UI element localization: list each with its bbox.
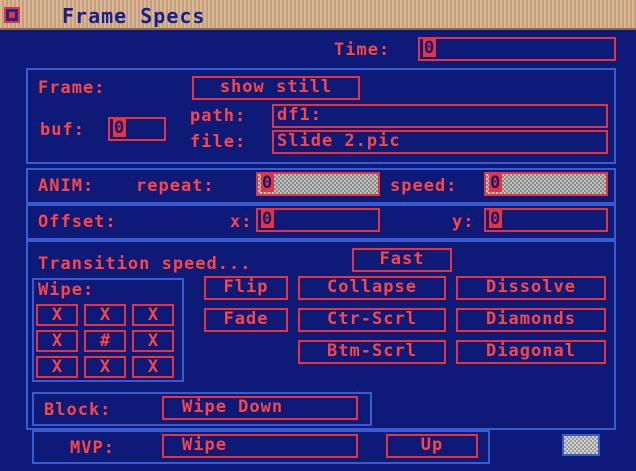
offset-y-label: y: <box>452 212 475 232</box>
speed-label: speed: <box>390 176 458 196</box>
wipe-label: Wipe: <box>38 280 95 300</box>
frame-label: Frame: <box>38 78 106 98</box>
offset-y-value: 0 <box>489 209 503 229</box>
time-value: 0 <box>423 38 437 58</box>
path-field[interactable]: df1: <box>272 104 608 128</box>
time-label: Time: <box>334 40 391 60</box>
buf-label: buf: <box>40 120 85 140</box>
offset-x-value: 0 <box>261 209 275 229</box>
path-label: path: <box>190 106 247 126</box>
speed-field[interactable]: 0 <box>484 172 608 196</box>
transition-speed-label: Transition speed... <box>38 254 252 274</box>
anim-label: ANIM: <box>38 176 95 196</box>
file-field[interactable]: Slide 2.pic <box>272 130 608 154</box>
offset-x-label: x: <box>230 212 253 232</box>
mvp-label: MVP: <box>70 438 115 458</box>
ctr-scrl-button[interactable]: Ctr-Scrl <box>298 308 446 332</box>
title-bar[interactable]: Frame Specs <box>0 0 636 30</box>
collapse-button[interactable]: Collapse <box>298 276 446 300</box>
wipe-cell[interactable]: X <box>132 304 174 326</box>
mvp-select[interactable]: Wipe <box>162 434 358 458</box>
diagonal-button[interactable]: Diagonal <box>456 340 606 364</box>
close-gadget-icon[interactable] <box>4 7 20 23</box>
wipe-cell[interactable]: X <box>132 356 174 378</box>
wipe-cell[interactable]: X <box>84 304 126 326</box>
btm-scrl-button[interactable]: Btm-Scrl <box>298 340 446 364</box>
wipe-cell[interactable]: X <box>36 330 78 352</box>
fade-button[interactable]: Fade <box>204 308 288 332</box>
transition-speed-button[interactable]: Fast <box>352 248 452 272</box>
block-select[interactable]: Wipe Down <box>162 396 358 420</box>
show-still-button[interactable]: show still <box>192 76 360 100</box>
speed-value: 0 <box>489 173 503 193</box>
wipe-cell[interactable]: X <box>36 356 78 378</box>
file-label: file: <box>190 132 247 152</box>
repeat-value: 0 <box>261 173 275 193</box>
offset-label: Offset: <box>38 212 117 232</box>
wipe-cell[interactable]: X <box>84 356 126 378</box>
buf-value: 0 <box>113 118 127 138</box>
flip-button[interactable]: Flip <box>204 276 288 300</box>
frame-specs-window: Frame Specs Time: 0 Frame: show still bu… <box>0 0 636 471</box>
buf-field[interactable]: 0 <box>108 117 166 141</box>
block-label: Block: <box>44 400 112 420</box>
repeat-label: repeat: <box>136 176 215 196</box>
wipe-cell[interactable]: X <box>36 304 78 326</box>
diamonds-button[interactable]: Diamonds <box>456 308 606 332</box>
window-title: Frame Specs <box>62 4 206 28</box>
mvp-direction-button[interactable]: Up <box>386 434 478 458</box>
wipe-cell[interactable]: X <box>132 330 174 352</box>
offset-y-field[interactable]: 0 <box>484 208 608 232</box>
time-field[interactable]: 0 <box>418 37 616 61</box>
dissolve-button[interactable]: Dissolve <box>456 276 606 300</box>
wipe-cell-center[interactable]: # <box>84 330 126 352</box>
resize-gadget-icon[interactable] <box>562 434 600 456</box>
offset-x-field[interactable]: 0 <box>256 208 380 232</box>
repeat-field[interactable]: 0 <box>256 172 380 196</box>
